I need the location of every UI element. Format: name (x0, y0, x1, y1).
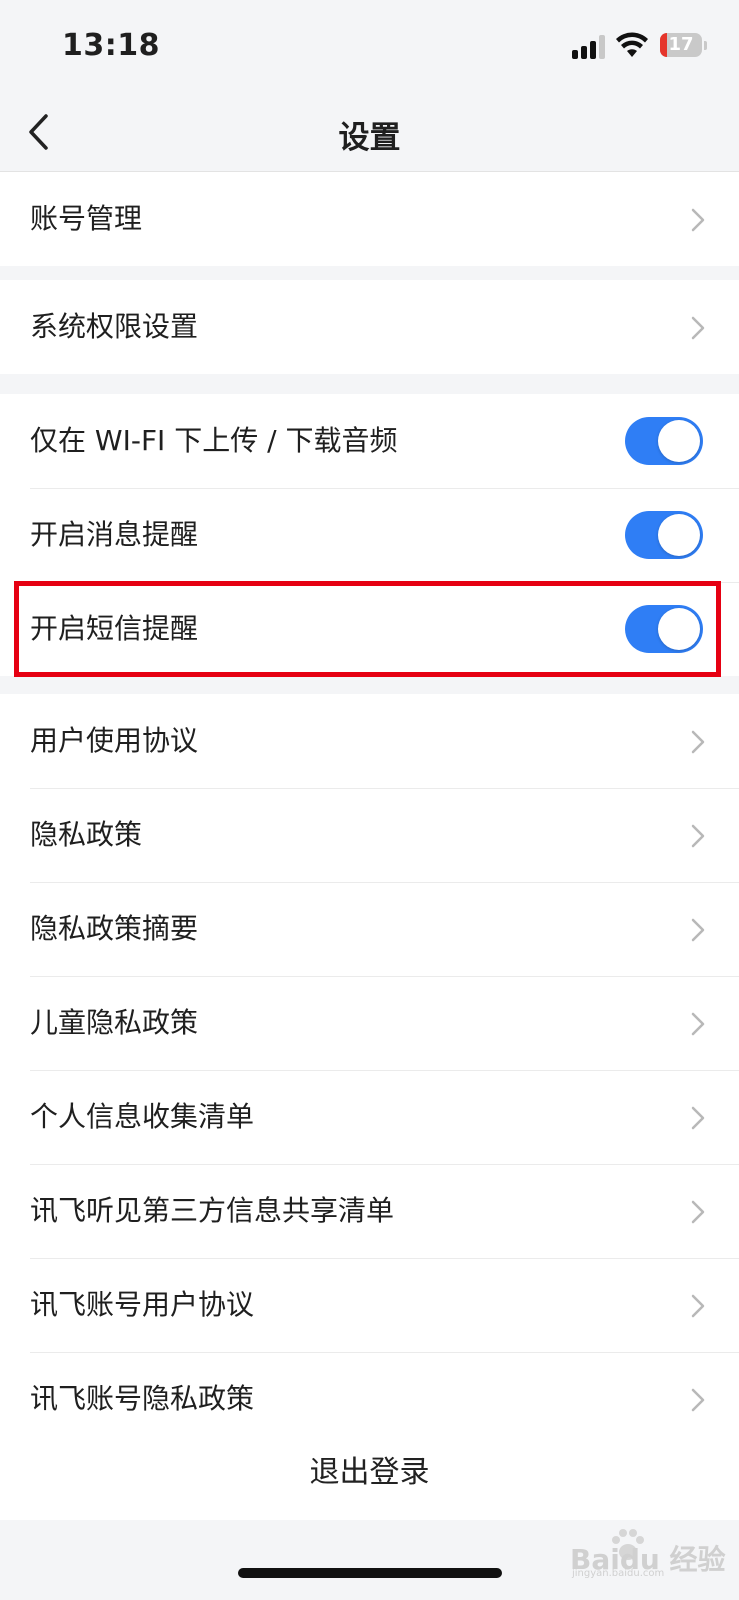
status-time: 13:18 (62, 28, 160, 63)
list-item[interactable]: 隐私政策 (0, 788, 739, 882)
message-reminder-row: 开启消息提醒 (0, 488, 739, 582)
account-group: 账号管理 (0, 172, 739, 266)
list-item[interactable]: 讯飞账号用户协议 (0, 1258, 739, 1352)
list-item[interactable]: 讯飞听见第三方信息共享清单 (0, 1164, 739, 1258)
chevron-right-icon (691, 1106, 705, 1130)
watermark-url: jingyan.baidu.com (572, 1568, 665, 1579)
chevron-right-icon (691, 316, 705, 340)
battery-level-text: 17 (668, 34, 694, 55)
chevron-right-icon (691, 824, 705, 848)
home-indicator[interactable] (238, 1568, 502, 1578)
wifi-icon (616, 32, 648, 57)
page-title: 设置 (338, 120, 401, 156)
toggles-group: 仅在 WI-FI 下上传 / 下载音频 开启消息提醒 开启短信提醒 (0, 394, 739, 676)
row-label: 讯飞听见第三方信息共享清单 (30, 1194, 395, 1227)
list-item[interactable]: 儿童隐私政策 (0, 976, 739, 1070)
chevron-right-icon (691, 1294, 705, 1318)
row-label: 讯飞账号用户协议 (30, 1288, 255, 1321)
battery-icon: 17 (660, 33, 702, 57)
nav-bar: 设置 (0, 92, 739, 172)
row-label: 仅在 WI-FI 下上传 / 下载音频 (30, 424, 398, 457)
row-label: 儿童隐私政策 (30, 1006, 199, 1039)
message-reminder-toggle[interactable] (625, 511, 703, 559)
cellular-signal-icon (572, 33, 608, 59)
list-item[interactable]: 个人信息收集清单 (0, 1070, 739, 1164)
battery-tip (704, 41, 707, 50)
row-label: 开启短信提醒 (30, 612, 199, 645)
legal-group: 用户使用协议 隐私政策 隐私政策摘要 儿童隐私政策 个人信息收集清单 讯飞听见第… (0, 694, 739, 1446)
sms-reminder-row: 开启短信提醒 (0, 582, 739, 676)
toggle-knob (658, 420, 700, 462)
chevron-right-icon (691, 918, 705, 942)
row-label: 账号管理 (30, 202, 143, 235)
list-item[interactable]: 隐私政策摘要 (0, 882, 739, 976)
baidu-jingyan-watermark: Baidu 经验 jingyan.baidu.com (570, 1528, 730, 1579)
account-management-row[interactable]: 账号管理 (0, 172, 739, 266)
row-label: 开启消息提醒 (30, 518, 199, 551)
row-label: 隐私政策 (30, 818, 143, 851)
chevron-right-icon (691, 1388, 705, 1412)
chevron-right-icon (691, 730, 705, 754)
wifi-only-transfer-row: 仅在 WI-FI 下上传 / 下载音频 (0, 394, 739, 488)
status-bar: 13:18 17 (0, 0, 739, 92)
sms-reminder-toggle[interactable] (625, 605, 703, 653)
row-label: 隐私政策摘要 (30, 912, 199, 945)
row-label: 用户使用协议 (30, 724, 199, 757)
logout-button[interactable]: 退出登录 (0, 1426, 739, 1520)
toggle-knob (658, 514, 700, 556)
wifi-only-toggle[interactable] (625, 417, 703, 465)
chevron-right-icon (691, 1200, 705, 1224)
row-label: 个人信息收集清单 (30, 1100, 255, 1133)
row-label: 系统权限设置 (30, 310, 199, 343)
list-item[interactable]: 用户使用协议 (0, 694, 739, 788)
chevron-right-icon (691, 208, 705, 232)
system-permissions-row[interactable]: 系统权限设置 (0, 280, 739, 374)
chevron-right-icon (691, 1012, 705, 1036)
permissions-group: 系统权限设置 (0, 280, 739, 374)
toggle-knob (658, 608, 700, 650)
